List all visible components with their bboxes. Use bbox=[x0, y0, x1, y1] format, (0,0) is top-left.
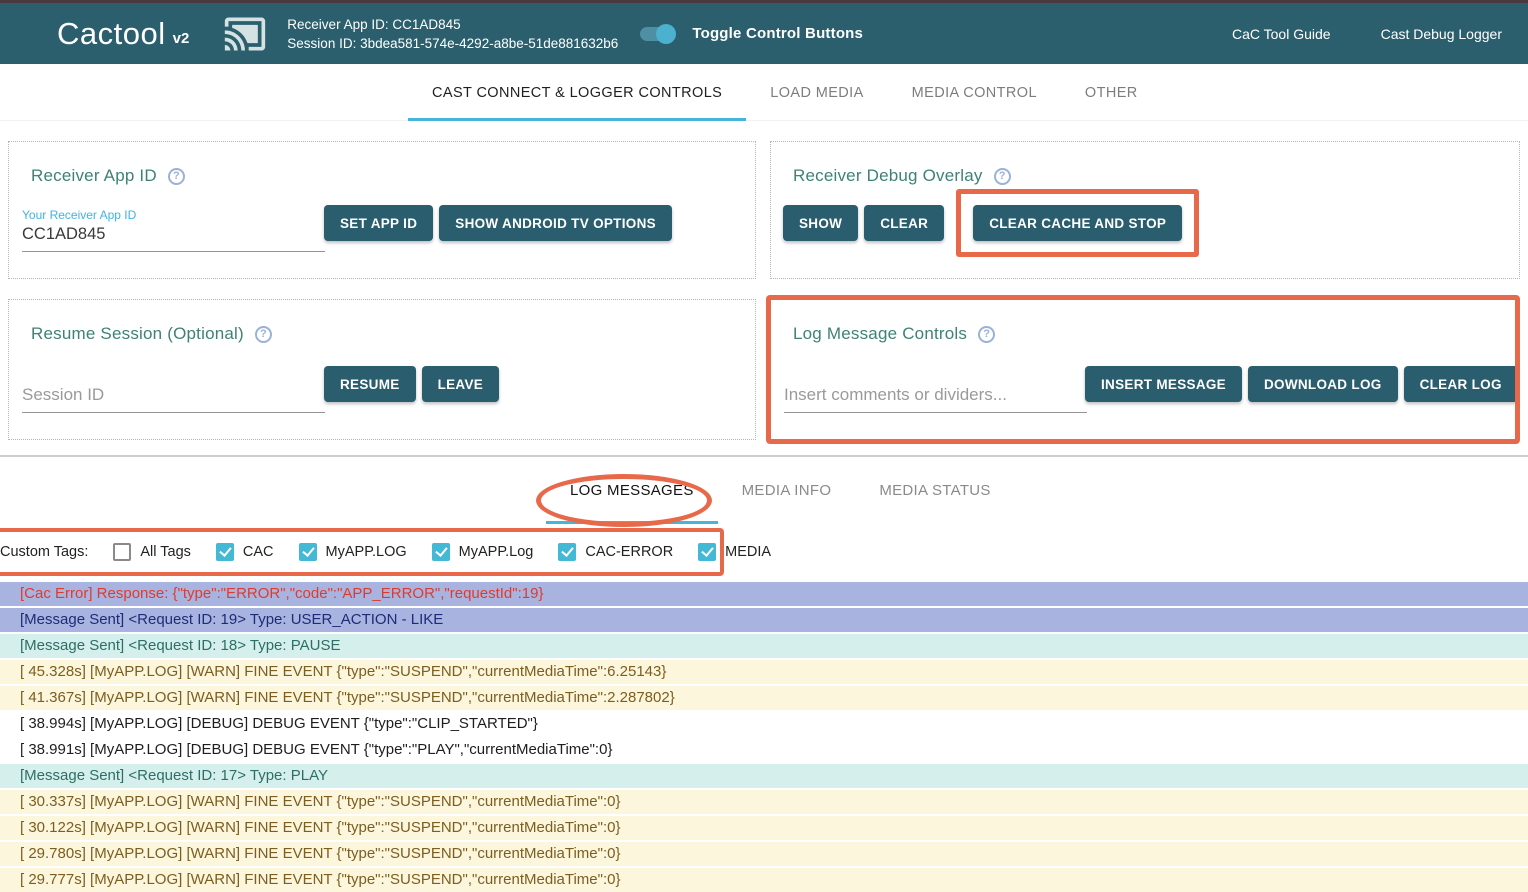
insert-message-button[interactable]: INSERT MESSAGE bbox=[1085, 366, 1242, 402]
checkbox-icon[interactable] bbox=[432, 543, 450, 561]
custom-tags-filter: Custom Tags: All Tags CAC MyAPP.LOG MyAP… bbox=[0, 528, 724, 576]
log-tab-bar: LOG MESSAGES MEDIA INFO MEDIA STATUS bbox=[0, 457, 1528, 524]
help-icon[interactable] bbox=[168, 168, 185, 185]
clear-cache-and-stop-button[interactable]: CLEAR CACHE AND STOP bbox=[973, 205, 1182, 241]
log-row: [ 41.367s] [MyAPP.LOG] [WARN] FINE EVENT… bbox=[0, 686, 1528, 710]
receiver-app-id-input[interactable] bbox=[22, 225, 325, 244]
app-version: v2 bbox=[173, 30, 190, 49]
tab-log-messages[interactable]: LOG MESSAGES bbox=[546, 457, 718, 524]
checkbox-icon[interactable] bbox=[698, 543, 716, 561]
cast-debug-logger-link[interactable]: Cast Debug Logger bbox=[1381, 26, 1502, 42]
tag-cac-error[interactable]: CAC-ERROR bbox=[558, 543, 673, 561]
clear-overlay-button[interactable]: CLEAR bbox=[864, 205, 944, 241]
download-log-button[interactable]: DOWNLOAD LOG bbox=[1248, 366, 1398, 402]
log-row: [Message Sent] <Request ID: 17> Type: PL… bbox=[0, 764, 1528, 788]
main-tab-bar: CAST CONNECT & LOGGER CONTROLS LOAD MEDI… bbox=[0, 64, 1528, 121]
session-info: Receiver App ID: CC1AD845 Session ID: 3b… bbox=[287, 15, 618, 53]
panel-title: Receiver Debug Overlay bbox=[793, 166, 983, 186]
tag-label: MyAPP.Log bbox=[459, 544, 534, 560]
log-row: [ 30.337s] [MyAPP.LOG] [WARN] FINE EVENT… bbox=[0, 790, 1528, 814]
cast-connected-icon bbox=[219, 12, 271, 56]
annotation-rect-clear-cache: CLEAR CACHE AND STOP bbox=[956, 189, 1199, 257]
log-row: [ 29.780s] [MyAPP.LOG] [WARN] FINE EVENT… bbox=[0, 842, 1528, 866]
set-app-id-button[interactable]: SET APP ID bbox=[324, 205, 433, 241]
app-header: Cactool v2 Receiver App ID: CC1AD845 Ses… bbox=[0, 3, 1528, 64]
control-panels: Receiver App ID Your Receiver App ID SET… bbox=[8, 141, 1520, 440]
receiver-app-id-panel: Receiver App ID Your Receiver App ID SET… bbox=[8, 141, 756, 279]
tab-load-media[interactable]: LOAD MEDIA bbox=[746, 64, 887, 121]
log-message-list: [Cac Error] Response: {"type":"ERROR","c… bbox=[0, 582, 1528, 892]
resume-session-panel: Resume Session (Optional) RESUME LEAVE bbox=[8, 299, 756, 440]
log-row: [Message Sent] <Request ID: 18> Type: PA… bbox=[0, 634, 1528, 658]
show-overlay-button[interactable]: SHOW bbox=[783, 205, 858, 241]
tag-myapp-log-upper[interactable]: MyAPP.LOG bbox=[299, 543, 407, 561]
help-icon[interactable] bbox=[994, 168, 1011, 185]
clear-log-button[interactable]: CLEAR LOG bbox=[1404, 366, 1518, 402]
tag-cac[interactable]: CAC bbox=[216, 543, 274, 561]
log-message-controls-panel: Log Message Controls INSERT MESSAGE DOWN… bbox=[770, 299, 1516, 440]
log-comment-field bbox=[784, 386, 1087, 413]
log-row: [ 29.777s] [MyAPP.LOG] [WARN] FINE EVENT… bbox=[0, 868, 1528, 892]
log-row: [Message Sent] <Request ID: 19> Type: US… bbox=[0, 608, 1528, 632]
log-comment-input[interactable] bbox=[784, 386, 1087, 405]
checkbox-icon[interactable] bbox=[299, 543, 317, 561]
toggle-label: Toggle Control Buttons bbox=[692, 25, 863, 42]
session-id-input[interactable] bbox=[22, 386, 325, 405]
control-buttons-toggle[interactable] bbox=[638, 23, 676, 45]
panel-title: Log Message Controls bbox=[793, 324, 967, 344]
field-label: Your Receiver App ID bbox=[22, 208, 325, 222]
app-logo: Cactool v2 bbox=[57, 18, 189, 49]
log-row: [ 45.328s] [MyAPP.LOG] [WARN] FINE EVENT… bbox=[0, 660, 1528, 684]
help-icon[interactable] bbox=[255, 326, 272, 343]
help-icon[interactable] bbox=[978, 326, 995, 343]
log-row: [Cac Error] Response: {"type":"ERROR","c… bbox=[0, 582, 1528, 606]
resume-button[interactable]: RESUME bbox=[324, 366, 416, 402]
custom-tags-label: Custom Tags: bbox=[0, 544, 88, 560]
tag-media[interactable]: MEDIA bbox=[698, 543, 771, 561]
log-row: [ 30.122s] [MyAPP.LOG] [WARN] FINE EVENT… bbox=[0, 816, 1528, 840]
tab-media-control[interactable]: MEDIA CONTROL bbox=[888, 64, 1061, 121]
tag-label: CAC-ERROR bbox=[585, 544, 673, 560]
tag-label: MEDIA bbox=[725, 544, 771, 560]
session-id-text: Session ID: 3bdea581-574e-4292-a8be-51de… bbox=[287, 34, 618, 53]
checkbox-icon[interactable] bbox=[558, 543, 576, 561]
tag-myapp-log-mixed[interactable]: MyAPP.Log bbox=[432, 543, 534, 561]
checkbox-icon[interactable] bbox=[113, 543, 131, 561]
panel-title: Resume Session (Optional) bbox=[31, 324, 244, 344]
checkbox-icon[interactable] bbox=[216, 543, 234, 561]
tab-media-status[interactable]: MEDIA STATUS bbox=[855, 457, 1014, 524]
tab-cast-connect-logger-controls[interactable]: CAST CONNECT & LOGGER CONTROLS bbox=[408, 64, 746, 121]
receiver-app-id-text: Receiver App ID: CC1AD845 bbox=[287, 15, 618, 34]
tag-label: CAC bbox=[243, 544, 274, 560]
app-title: Cactool bbox=[57, 18, 166, 49]
tab-other[interactable]: OTHER bbox=[1061, 64, 1162, 121]
log-row: [ 38.994s] [MyAPP.LOG] [DEBUG] DEBUG EVE… bbox=[0, 712, 1528, 736]
tab-media-info[interactable]: MEDIA INFO bbox=[718, 457, 856, 524]
receiver-debug-overlay-panel: Receiver Debug Overlay SHOW CLEAR CLEAR … bbox=[770, 141, 1520, 279]
tag-label: All Tags bbox=[140, 544, 191, 560]
header-links: CaC Tool Guide Cast Debug Logger bbox=[1232, 26, 1502, 42]
show-android-tv-options-button[interactable]: SHOW ANDROID TV OPTIONS bbox=[439, 205, 672, 241]
tag-all-tags[interactable]: All Tags bbox=[113, 543, 191, 561]
receiver-app-id-field: Your Receiver App ID bbox=[22, 208, 325, 252]
cac-tool-guide-link[interactable]: CaC Tool Guide bbox=[1232, 26, 1331, 42]
toggle-knob bbox=[656, 24, 676, 44]
tag-label: MyAPP.LOG bbox=[326, 544, 407, 560]
log-row: [ 38.991s] [MyAPP.LOG] [DEBUG] DEBUG EVE… bbox=[0, 738, 1528, 762]
session-id-field bbox=[22, 386, 325, 413]
panel-title: Receiver App ID bbox=[31, 166, 157, 186]
leave-button[interactable]: LEAVE bbox=[422, 366, 500, 402]
